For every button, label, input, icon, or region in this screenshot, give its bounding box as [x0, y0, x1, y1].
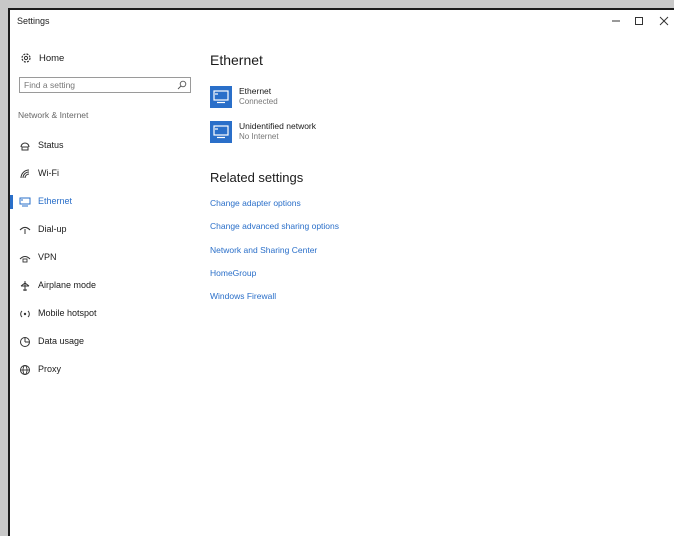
main-content: Ethernet Ethernet Connected Unidentified…: [210, 34, 674, 536]
title-bar: Settings: [10, 10, 674, 34]
sidebar-item-airplane[interactable]: Airplane mode: [10, 272, 196, 300]
window-title: Settings: [17, 16, 50, 26]
sidebar-item-wifi[interactable]: Wi-Fi: [10, 160, 196, 188]
search-box[interactable]: [19, 77, 191, 93]
ethernet-icon: [213, 125, 229, 139]
sidebar-item-label: Mobile hotspot: [38, 308, 97, 318]
related-links: Change adapter options Change advanced s…: [210, 197, 510, 313]
vpn-icon: [19, 256, 31, 263]
sidebar-item-label: Airplane mode: [38, 280, 97, 290]
home-label: Home: [39, 53, 65, 64]
network-item-unidentified[interactable]: Unidentified network No Internet: [210, 119, 470, 145]
close-icon: [659, 16, 669, 26]
network-status: No Internet: [239, 132, 279, 141]
ethernet-icon: [19, 197, 31, 207]
sidebar-item-status[interactable]: Status: [10, 132, 196, 160]
sidebar-item-data-usage[interactable]: Data usage: [10, 328, 196, 356]
search-input[interactable]: [24, 79, 174, 91]
home-nav-item[interactable]: Home: [20, 52, 190, 66]
link-network-sharing-center[interactable]: Network and Sharing Center: [210, 244, 510, 267]
dialup-icon: [19, 226, 31, 234]
link-change-advanced-sharing[interactable]: Change advanced sharing options: [210, 220, 510, 243]
sidebar-item-label: VPN: [38, 252, 57, 262]
minimize-icon: [612, 20, 620, 22]
sidebar-item-vpn[interactable]: VPN: [10, 244, 196, 272]
hotspot-icon: [20, 310, 30, 318]
sidebar-nav: Status Wi-Fi Ethernet Dial-up VPN Airpla…: [10, 132, 196, 384]
network-tile: [210, 86, 232, 108]
sidebar-item-label: Data usage: [38, 336, 85, 346]
maximize-button[interactable]: [628, 10, 650, 32]
network-name: Unidentified network: [239, 121, 317, 131]
sidebar-item-label: Ethernet: [38, 196, 73, 206]
wifi-icon: [20, 169, 30, 179]
gear-icon: [21, 53, 31, 63]
network-tile: [210, 121, 232, 143]
related-settings-title: Related settings: [210, 170, 304, 185]
sidebar-item-ethernet[interactable]: Ethernet: [10, 188, 196, 216]
close-button[interactable]: [653, 10, 674, 32]
link-windows-firewall[interactable]: Windows Firewall: [210, 290, 510, 313]
search-icon[interactable]: [177, 80, 187, 90]
section-label: Network & Internet: [18, 110, 89, 120]
network-status: Connected: [239, 97, 278, 106]
sidebar-item-proxy[interactable]: Proxy: [10, 356, 196, 384]
data-usage-icon: [20, 337, 30, 347]
airplane-icon: [20, 281, 30, 291]
sidebar-item-hotspot[interactable]: Mobile hotspot: [10, 300, 196, 328]
network-name: Ethernet: [239, 86, 272, 96]
sidebar-item-label: Proxy: [38, 364, 62, 374]
sidebar-item-label: Status: [38, 140, 64, 150]
sidebar-item-dialup[interactable]: Dial-up: [10, 216, 196, 244]
link-homegroup[interactable]: HomeGroup: [210, 267, 510, 290]
sidebar-item-label: Dial-up: [38, 224, 67, 234]
sidebar-item-label: Wi-Fi: [38, 168, 59, 178]
globe-icon: [20, 365, 30, 375]
status-icon: [20, 142, 30, 151]
sidebar: Home Network & Internet Status: [10, 34, 196, 536]
maximize-icon: [635, 17, 643, 25]
network-item-ethernet[interactable]: Ethernet Connected: [210, 84, 470, 110]
link-change-adapter-options[interactable]: Change adapter options: [210, 197, 510, 220]
ethernet-icon: [213, 90, 229, 104]
settings-window: Settings Home Network & Internet: [8, 8, 674, 536]
minimize-button[interactable]: [605, 10, 627, 32]
page-title: Ethernet: [210, 52, 263, 68]
